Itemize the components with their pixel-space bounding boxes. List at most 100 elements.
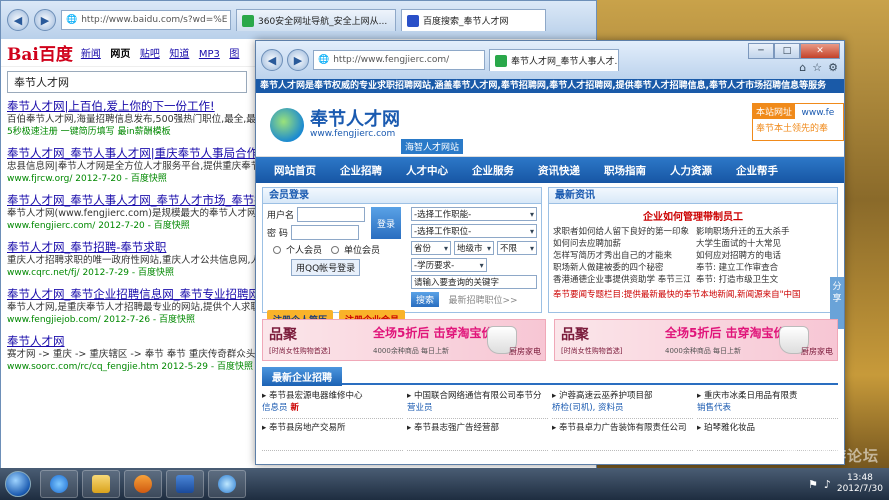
district-select[interactable]: 不限 bbox=[497, 241, 537, 255]
enterprise-name[interactable]: ▸ 奉节县房地产交易所 bbox=[262, 421, 403, 433]
minimize-icon[interactable]: ─ bbox=[748, 43, 774, 59]
forward-icon[interactable]: ▶ bbox=[34, 9, 56, 31]
taskbar-media[interactable] bbox=[124, 470, 162, 498]
address-bar[interactable]: 🌐 http://www.baidu.com/s?wd=%E bbox=[61, 10, 231, 30]
company-radio[interactable] bbox=[331, 245, 340, 254]
site-sub-badge[interactable]: 海智人才网站 bbox=[401, 139, 464, 154]
page-icon: 🌐 bbox=[318, 55, 330, 65]
nav-hr[interactable]: 人力资源 bbox=[658, 163, 724, 178]
system-tray: ⚑ ♪ 13:48 2012/7/30 bbox=[808, 473, 889, 495]
taskbar-browser[interactable] bbox=[208, 470, 246, 498]
promo-banner[interactable]: 品聚 [时尚女性购物首选] 全场5折后 击穿淘宝价 4000余种商品 每日上新 … bbox=[262, 319, 546, 361]
enterprise-job[interactable]: 营业员 bbox=[407, 401, 548, 413]
password-input[interactable] bbox=[290, 225, 359, 240]
enterprise-name[interactable]: ▸ 中国联合网络通信有限公司奉节分 bbox=[407, 389, 548, 401]
nav-news[interactable]: 新闻 bbox=[81, 49, 101, 60]
baidu-search-input[interactable]: 奉节人才网 bbox=[7, 71, 247, 93]
news-item[interactable]: 职场新人做建被委的四个秘密 bbox=[553, 262, 690, 274]
nav-image[interactable]: 图 bbox=[229, 49, 239, 60]
news-panel: 最新资讯 企业如何管理带制员工 求职者如何给人留下良好的第一印象 影响职场升迁的… bbox=[548, 187, 838, 313]
qq-login-button[interactable]: 用QQ帐号登录 bbox=[291, 259, 361, 276]
news-item[interactable]: 大学生面试的十大常见 bbox=[696, 238, 833, 250]
nav-company-helper[interactable]: 企业帮手 bbox=[724, 163, 790, 178]
nav-mp3[interactable]: MP3 bbox=[199, 49, 220, 60]
site-name[interactable]: 奉节人才网 bbox=[310, 110, 400, 129]
baidu-logo[interactable]: Bai百度 bbox=[7, 40, 73, 65]
forward-icon[interactable]: ▶ bbox=[287, 49, 309, 71]
fengjierc-browser-window[interactable]: ◀ ▶ 🌐 http://www.fengjierc.com/ 奉节人才网_奉节… bbox=[255, 40, 845, 465]
start-button[interactable] bbox=[0, 468, 36, 500]
news-item[interactable]: 如何应对招聘方的电话 bbox=[696, 250, 833, 262]
nav-zhidao[interactable]: 知道 bbox=[169, 49, 189, 60]
banner-brand: 品聚 bbox=[269, 327, 297, 343]
news-item[interactable]: 影响职场升迁的五大杀手 bbox=[696, 226, 833, 238]
latest-jobs-link[interactable]: 最新招聘职位>> bbox=[449, 296, 518, 306]
volume-icon[interactable]: ♪ bbox=[824, 478, 831, 491]
news-item[interactable]: 香港通德企业事提供资助学 奉节三江小学 bbox=[553, 274, 690, 286]
education-select[interactable]: -学历要求- bbox=[411, 258, 487, 272]
taskbar-ie[interactable] bbox=[40, 470, 78, 498]
site-main-nav: 网站首页 企业招聘 人才中心 企业服务 资讯快递 职场指南 人力资源 企业帮手 bbox=[256, 157, 844, 183]
back-icon[interactable]: ◀ bbox=[7, 9, 29, 31]
clock-date: 2012/7/30 bbox=[836, 484, 883, 494]
job-category-select[interactable]: -选择工作职能- bbox=[411, 207, 537, 221]
username-input[interactable] bbox=[297, 207, 366, 222]
clock[interactable]: 13:48 2012/7/30 bbox=[837, 473, 883, 495]
nav-web[interactable]: 网页 bbox=[110, 49, 130, 60]
enterprise-job[interactable]: 桥检(司机), 资料员 bbox=[552, 401, 693, 413]
header-ad[interactable]: 本站网址 www.fe 奉节本土领先的奉 bbox=[752, 103, 844, 141]
settings-gear-icon[interactable]: ⚙ bbox=[828, 61, 838, 74]
nav-news[interactable]: 资讯快递 bbox=[526, 163, 592, 178]
news-ticker[interactable]: 奉节要闻专题栏目:提供最新最快的奉节本地新闻,新闻源来自"中国 bbox=[549, 288, 837, 300]
enterprise-name[interactable]: ▸ 奉节县卓力广告装饰有限责任公司 bbox=[552, 421, 693, 433]
enterprise-name[interactable]: ▸ 沪蓉高速云巫养护项目部 bbox=[552, 389, 693, 401]
news-item[interactable]: 如何问去应聘加薪 bbox=[553, 238, 690, 250]
login-button[interactable]: 登录 bbox=[371, 207, 401, 239]
nav-talent-center[interactable]: 人才中心 bbox=[394, 163, 460, 178]
province-select[interactable]: 省份 bbox=[411, 241, 451, 255]
enterprise-job[interactable]: 销售代表 bbox=[697, 401, 838, 413]
site-logo-icon[interactable] bbox=[270, 107, 304, 142]
taskbar-word[interactable] bbox=[166, 470, 204, 498]
browser-toolbar: ◀ ▶ 🌐 http://www.baidu.com/s?wd=%E 360安全… bbox=[1, 1, 596, 39]
nav-company-service[interactable]: 企业服务 bbox=[460, 163, 526, 178]
home-icon[interactable]: ⌂ bbox=[799, 61, 806, 74]
flag-icon[interactable]: ⚑ bbox=[808, 478, 818, 491]
tab-fengjierc[interactable]: 奉节人才网_奉节人事人才... bbox=[489, 49, 619, 71]
taskbar-explorer[interactable] bbox=[82, 470, 120, 498]
enterprise-item: ▸ 重庆市冰柔日用品有限责 销售代表 bbox=[697, 387, 838, 419]
close-icon[interactable]: ✕ bbox=[800, 43, 840, 59]
enterprise-job[interactable]: 信息员新 bbox=[262, 401, 403, 413]
enterprise-name[interactable]: ▸ 珀琴雅化妆品 bbox=[697, 421, 838, 433]
news-headline[interactable]: 企业如何管理带制员工 bbox=[549, 208, 837, 223]
enterprise-section-head: 最新企业招聘 bbox=[262, 367, 838, 386]
enterprise-name[interactable]: ▸ 奉节县志强广告经营部 bbox=[407, 421, 548, 433]
enterprise-name[interactable]: ▸ 奉节县宏源电器维修中心 bbox=[262, 389, 403, 401]
password-label: 密 码 bbox=[267, 229, 288, 239]
nav-home[interactable]: 网站首页 bbox=[262, 163, 328, 178]
tab-baidu-search[interactable]: 百度搜索_奉节人才网 bbox=[401, 9, 546, 31]
nav-career-guide[interactable]: 职场指南 bbox=[592, 163, 658, 178]
nav-company-jobs[interactable]: 企业招聘 bbox=[328, 163, 394, 178]
personal-radio[interactable] bbox=[273, 245, 281, 254]
job-search-form: -选择工作职能- -选择工作职位- 省份 地级市 不限 -学历要求- 请输入要查… bbox=[411, 207, 537, 307]
city-select[interactable]: 地级市 bbox=[454, 241, 494, 255]
news-item[interactable]: 求职者如何给人留下良好的第一印象 bbox=[553, 226, 690, 238]
address-bar[interactable]: 🌐 http://www.fengjierc.com/ bbox=[313, 50, 485, 70]
news-item[interactable]: 奉节: 建立工作审查合 bbox=[696, 262, 833, 274]
tab-360-nav[interactable]: 360安全网址导航_安全上网从... bbox=[236, 9, 396, 31]
enterprise-name[interactable]: ▸ 重庆市冰柔日用品有限责 bbox=[697, 389, 838, 401]
banner-sub: [时尚女性购物首选] bbox=[561, 347, 623, 355]
maximize-icon[interactable]: □ bbox=[774, 43, 800, 59]
nav-tieba[interactable]: 贴吧 bbox=[140, 49, 160, 60]
job-position-select[interactable]: -选择工作职位- bbox=[411, 224, 537, 238]
search-button[interactable]: 搜索 bbox=[411, 292, 440, 307]
news-item[interactable]: 怎样写简历才秀出自己的才能来 bbox=[553, 250, 690, 262]
360-icon bbox=[242, 14, 254, 27]
news-item[interactable]: 奉节: 打造市级卫生文 bbox=[696, 274, 833, 286]
back-icon[interactable]: ◀ bbox=[261, 49, 283, 71]
promo-banner[interactable]: 品聚 [时尚女性购物首选] 全场5折后 击穿淘宝价 4000余种商品 每日上新 … bbox=[554, 319, 838, 361]
favorites-star-icon[interactable]: ☆ bbox=[812, 61, 822, 74]
tab-label: 360安全网址导航_安全上网从... bbox=[258, 17, 388, 27]
keyword-input[interactable]: 请输入要查询的关键字 bbox=[411, 275, 537, 289]
